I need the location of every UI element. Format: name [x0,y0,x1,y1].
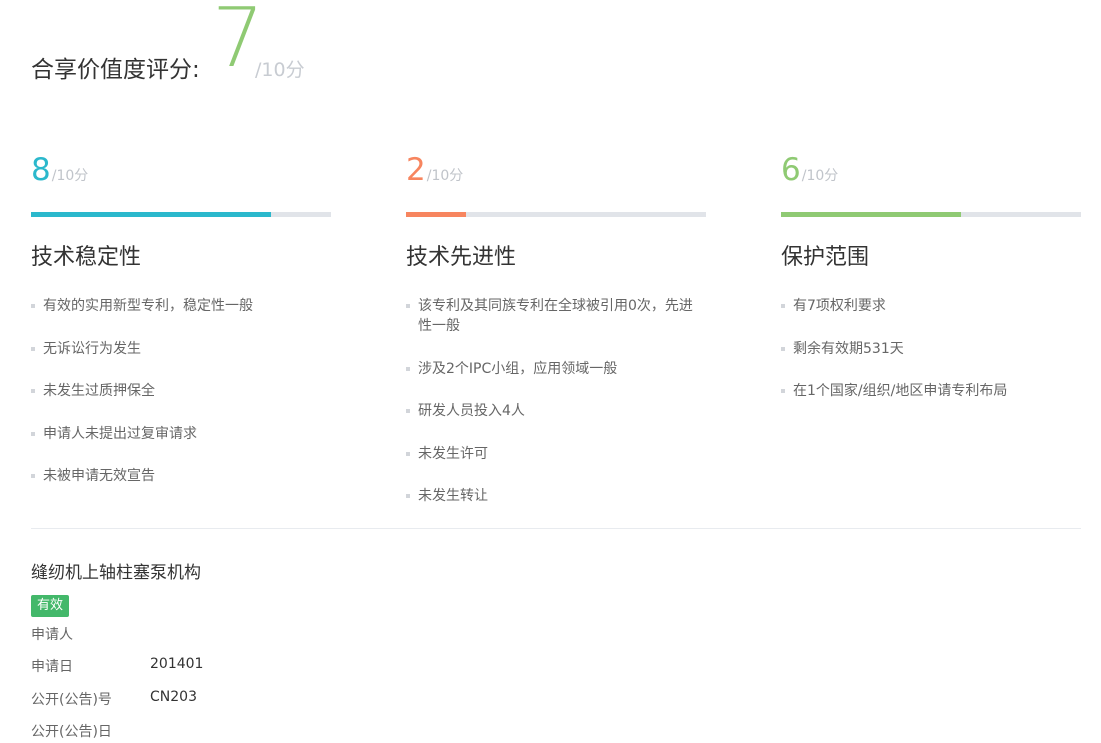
list-item-text: 有效的实用新型专利，稳定性一般 [43,298,253,314]
dimension-item-list: 有效的实用新型专利，稳定性一般 无诉讼行为发生 未发生过质押保全 申请人未提出过… [31,296,331,509]
bullet-icon [781,304,785,308]
list-item: 涉及2个IPC小组，应用领域一般 [406,359,706,379]
dimension-progress-bar [406,212,706,217]
publication-number-label: 公开(公告)号 [31,692,112,708]
bullet-icon [31,431,35,436]
publication-number-value: CN203 [150,689,197,705]
apply-date-row: 申请日 201401 [31,656,203,676]
bullet-icon [781,346,785,351]
dimension-technical-advancement: 2/10分 技术先进性 该专利及其同族专利在全球被引用0次，先进性一般 涉及2个… [406,150,706,504]
dimension-protection-scope: 6/10分 保护范围 有7项权利要求 剩余有效期531天 在1个国家/组织/地区… [781,150,1081,399]
list-item: 未发生过质押保全 [31,381,331,401]
patent-title[interactable]: 缝纫机上轴柱塞泵机构 [31,558,531,583]
dimension-score: 2/10分 [406,150,706,190]
bullet-icon [406,304,410,308]
dimension-title: 技术稳定性 [31,245,142,270]
bullet-icon [781,389,785,393]
publication-date-label: 公开(公告)日 [31,724,112,740]
list-item-text: 剩余有效期531天 [793,340,904,357]
list-item-text: 研发人员投入4人 [418,403,525,419]
dimension-title: 技术先进性 [406,245,517,270]
bullet-icon [406,451,410,456]
dimension-progress-fill [781,212,961,217]
overall-score-max: /10分 [255,59,305,81]
dimension-progress-fill [406,212,466,217]
dimension-score-max: /10分 [426,168,464,184]
dimension-score: 6/10分 [781,150,1081,190]
publication-date-row: 公开(公告)日 [31,721,112,741]
apply-date-label: 申请日 [31,659,73,675]
list-item: 未发生转让 [406,486,706,506]
bullet-icon [406,494,410,498]
apply-date-value: 201401 [150,656,204,672]
dimension-progress-fill [31,212,271,217]
dimension-item-list: 有7项权利要求 剩余有效期531天 在1个国家/组织/地区申请专利布局 [781,296,1081,424]
applicant-row: 申请人 [31,624,73,644]
list-item: 未发生许可 [406,444,706,464]
list-item-text: 有7项权利要求 [793,298,886,314]
list-item-text: 涉及2个IPC小组，应用领域一般 [418,360,618,377]
dimension-item-list: 该专利及其同族专利在全球被引用0次，先进性一般 涉及2个IPC小组，应用领域一般… [406,296,706,529]
score-dimensions: 8/10分 技术稳定性 有效的实用新型专利，稳定性一般 无诉讼行为发生 未发生过… [31,150,1081,520]
list-item-text: 未被申请无效宣告 [43,468,155,484]
applicant-label: 申请人 [31,627,73,643]
dimension-score: 8/10分 [31,150,331,190]
dimension-score-value: 8 [31,152,51,188]
bullet-icon [31,346,35,351]
bullet-icon [406,366,410,371]
list-item: 未被申请无效宣告 [31,466,331,486]
bullet-icon [31,389,35,393]
overall-score-section: 合享价值度评分: 7 /10分 [31,0,631,110]
dimension-score-value: 2 [406,152,426,188]
dimension-technical-stability: 8/10分 技术稳定性 有效的实用新型专利，稳定性一般 无诉讼行为发生 未发生过… [31,150,331,484]
dimension-title: 保护范围 [781,245,870,270]
publication-number-row: 公开(公告)号 CN203 [31,689,197,709]
list-item: 有效的实用新型专利，稳定性一般 [31,296,331,316]
list-item: 在1个国家/组织/地区申请专利布局 [781,381,1081,401]
bullet-icon [31,304,35,308]
status-badge: 有效 [31,595,70,617]
list-item-text: 申请人未提出过复审请求 [43,425,197,442]
list-item: 有7项权利要求 [781,296,1081,316]
list-item-text: 未发生过质押保全 [43,383,155,399]
list-item-text: 无诉讼行为发生 [43,340,141,357]
overall-score-label: 合享价值度评分: [31,57,200,83]
list-item-text: 未发生转让 [418,488,488,504]
dimension-score-value: 6 [781,152,801,188]
patent-summary: 缝纫机上轴柱塞泵机构 有效 申请人 申请日 201401 公开(公告)号 CN2… [31,558,531,740]
dimension-score-max: /10分 [51,168,89,184]
bullet-icon [406,409,410,413]
dimension-score-max: /10分 [801,168,839,184]
list-item: 无诉讼行为发生 [31,339,331,359]
list-item-text: 在1个国家/组织/地区申请专利布局 [793,383,1008,399]
list-item: 研发人员投入4人 [406,401,706,421]
list-item: 申请人未提出过复审请求 [31,424,331,444]
list-item-text: 未发生许可 [418,445,488,462]
dimension-progress-bar [781,212,1081,217]
list-item-text: 该专利及其同族专利在全球被引用0次，先进性一般 [418,298,693,334]
list-item: 剩余有效期531天 [781,339,1081,359]
bullet-icon [31,474,35,478]
section-divider [31,528,1081,529]
list-item: 该专利及其同族专利在全球被引用0次，先进性一般 [406,296,706,336]
dimension-progress-bar [31,212,331,217]
